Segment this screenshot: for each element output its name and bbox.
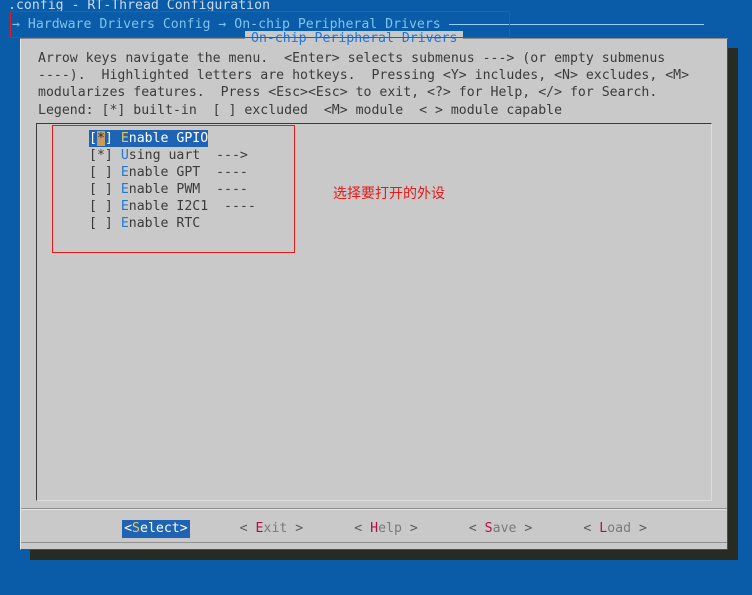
button-bracket-open: < bbox=[124, 521, 133, 536]
button-bracket-close: > bbox=[631, 521, 647, 536]
button-hotkey: E bbox=[255, 521, 264, 536]
checkbox-bracket-close: ] bbox=[104, 165, 113, 180]
menu-item-spacer bbox=[113, 199, 121, 214]
button-label: elect bbox=[140, 521, 180, 536]
button-label: ave bbox=[492, 521, 517, 536]
checkbox-bracket-close: ] bbox=[104, 199, 113, 214]
button-label: oad bbox=[607, 521, 632, 536]
checkbox-bracket-close: ] bbox=[104, 148, 113, 163]
menu-item-label: nable PWM bbox=[128, 182, 201, 197]
button-bar: <Select> < Exit > < Help > < Save > < Load > bbox=[20, 520, 728, 538]
menu-item-label: nable GPT bbox=[128, 165, 201, 180]
button-separator-highlight bbox=[21, 509, 727, 510]
menu-item-hotkey: E bbox=[120, 216, 129, 231]
menu-item-label: sing uart bbox=[128, 148, 201, 163]
checkbox-checked-icon: * bbox=[96, 148, 105, 163]
checkbox-bracket-open: [ bbox=[89, 148, 97, 163]
checkbox-empty-icon bbox=[97, 182, 105, 197]
exit-button[interactable]: < Exit > bbox=[239, 520, 305, 538]
breadcrumb-rule bbox=[448, 24, 704, 25]
menu-item-hotkey: E bbox=[120, 182, 129, 197]
checkbox-bracket-open: [ bbox=[89, 199, 97, 214]
menu-item[interactable]: [ ] Enable RTC bbox=[89, 215, 200, 232]
button-bracket-open: < bbox=[468, 521, 485, 536]
help-text: Arrow keys navigate the menu. <Enter> se… bbox=[38, 51, 690, 118]
menu-item-hotkey: E bbox=[120, 165, 129, 180]
button-bracket-close: > bbox=[287, 521, 304, 536]
save-button[interactable]: < Save > bbox=[468, 520, 534, 538]
checkbox-bracket-open: [ bbox=[89, 216, 97, 231]
dialog-titlebar: On-chip Peripheral Drivers bbox=[20, 30, 728, 46]
button-hotkey: S bbox=[132, 521, 140, 536]
terminal-background: .config - RT-Thread Configuration → Hard… bbox=[0, 0, 752, 595]
checkbox-checked-icon: * bbox=[96, 131, 105, 146]
menu-item-spacer bbox=[113, 182, 121, 197]
button-bracket-close: > bbox=[401, 521, 418, 536]
menu-item-spacer bbox=[113, 165, 121, 180]
titlebar-rule-right bbox=[463, 37, 728, 39]
menu-item-spacer bbox=[113, 148, 121, 163]
menu-item-hotkey: U bbox=[120, 148, 129, 163]
app-title: .config - RT-Thread Configuration bbox=[8, 0, 271, 13]
empty-submenu-icon: ---- bbox=[200, 165, 248, 180]
checkbox-bracket-close: ] bbox=[104, 182, 113, 197]
dialog-title: On-chip Peripheral Drivers bbox=[245, 30, 464, 46]
button-hotkey: S bbox=[484, 521, 493, 536]
menu-item[interactable]: [*] Enable GPIO bbox=[89, 130, 209, 147]
menu-item-label: nable RTC bbox=[128, 216, 201, 231]
menu-item[interactable]: [ ] Enable GPT ---- bbox=[89, 164, 248, 181]
checkbox-bracket-open: [ bbox=[89, 182, 97, 197]
menu-item-spacer bbox=[113, 131, 121, 146]
help-button[interactable]: < Help > bbox=[353, 520, 419, 538]
checkbox-bracket-open: [ bbox=[89, 131, 97, 146]
button-label: elp bbox=[378, 521, 402, 536]
checkbox-bracket-close: ] bbox=[104, 216, 113, 231]
button-hotkey: H bbox=[370, 521, 379, 536]
menu-item-hotkey: E bbox=[120, 131, 129, 146]
select-button[interactable]: <Select> bbox=[122, 520, 190, 538]
checkbox-empty-icon bbox=[97, 165, 105, 180]
menu-item-hotkey: E bbox=[120, 199, 129, 214]
config-dialog: On-chip Peripheral Drivers Arrow keys na… bbox=[20, 30, 728, 550]
annotation-note: 选择要打开的外设 bbox=[333, 186, 445, 202]
menu-item-label: nable I2C1 bbox=[128, 199, 209, 214]
button-label: xit bbox=[263, 521, 288, 536]
button-bracket-close: > bbox=[179, 521, 188, 536]
empty-submenu-icon: ---- bbox=[200, 182, 248, 197]
load-button[interactable]: < Load > bbox=[582, 520, 648, 538]
menu-item[interactable]: [ ] Enable I2C1 ---- bbox=[89, 198, 256, 215]
submenu-arrow-icon: ---> bbox=[200, 148, 248, 163]
menu-item-spacer bbox=[113, 216, 121, 231]
empty-submenu-icon: ---- bbox=[208, 199, 256, 214]
button-bracket-close: > bbox=[516, 521, 533, 536]
button-bracket-open: < bbox=[354, 521, 371, 536]
button-bracket-open: < bbox=[583, 521, 600, 536]
checkbox-empty-icon bbox=[97, 199, 105, 214]
menu-item[interactable]: [*] Using uart ---> bbox=[89, 147, 248, 164]
button-hotkey: L bbox=[599, 521, 608, 536]
menu-item-label: nable GPIO bbox=[128, 131, 209, 146]
checkbox-empty-icon bbox=[97, 216, 105, 231]
menu-listbox[interactable]: [*] Enable GPIO [*] Using uart --->[ ] En… bbox=[36, 123, 712, 501]
checkbox-bracket-close: ] bbox=[104, 131, 113, 146]
button-separator-bottom bbox=[21, 542, 727, 543]
checkbox-bracket-open: [ bbox=[89, 165, 97, 180]
titlebar-rule-left bbox=[20, 37, 245, 39]
menu-list: [*] Enable GPIO [*] Using uart --->[ ] En… bbox=[89, 130, 256, 232]
button-bracket-open: < bbox=[239, 521, 256, 536]
menu-item[interactable]: [ ] Enable PWM ---- bbox=[89, 181, 248, 198]
